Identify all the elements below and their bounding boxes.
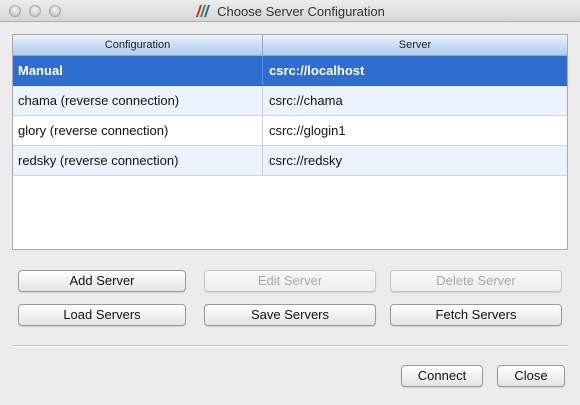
column-header-configuration[interactable]: Configuration <box>13 35 262 55</box>
server-cell: csrc://glogin1 <box>269 123 346 138</box>
paraview-logo-icon <box>196 5 211 17</box>
server-cell: csrc://chama <box>269 93 343 108</box>
column-header-server[interactable]: Server <box>263 35 567 55</box>
window-title: Choose Server Configuration <box>217 3 385 19</box>
server-configuration-table[interactable]: Configuration Server Manual csrc://local… <box>12 34 568 250</box>
close-button[interactable]: Close <box>497 365 565 387</box>
load-servers-button[interactable]: Load Servers <box>18 304 186 326</box>
save-servers-button[interactable]: Save Servers <box>204 304 376 326</box>
delete-server-button: Delete Server <box>390 270 562 292</box>
edit-server-button: Edit Server <box>204 270 376 292</box>
separator <box>12 345 568 347</box>
connect-button[interactable]: Connect <box>401 365 483 387</box>
add-server-button[interactable]: Add Server <box>18 270 186 292</box>
configuration-cell: Manual <box>18 63 63 78</box>
choose-server-dialog: Choose Server Configuration Configuratio… <box>0 0 580 405</box>
configuration-cell: chama (reverse connection) <box>18 93 180 108</box>
title-bar: Choose Server Configuration <box>0 0 580 22</box>
configuration-cell: glory (reverse connection) <box>18 123 169 138</box>
table-row[interactable]: glory (reverse connection) csrc://glogin… <box>13 116 567 146</box>
table-row[interactable]: chama (reverse connection) csrc://chama <box>13 86 567 116</box>
fetch-servers-button[interactable]: Fetch Servers <box>390 304 562 326</box>
table-row[interactable]: Manual csrc://localhost <box>13 56 567 86</box>
table-header: Configuration Server <box>13 35 567 56</box>
configuration-cell: redsky (reverse connection) <box>18 153 179 168</box>
server-cell: csrc://redsky <box>269 153 342 168</box>
server-cell: csrc://localhost <box>269 63 365 78</box>
table-row[interactable]: redsky (reverse connection) csrc://redsk… <box>13 146 567 176</box>
